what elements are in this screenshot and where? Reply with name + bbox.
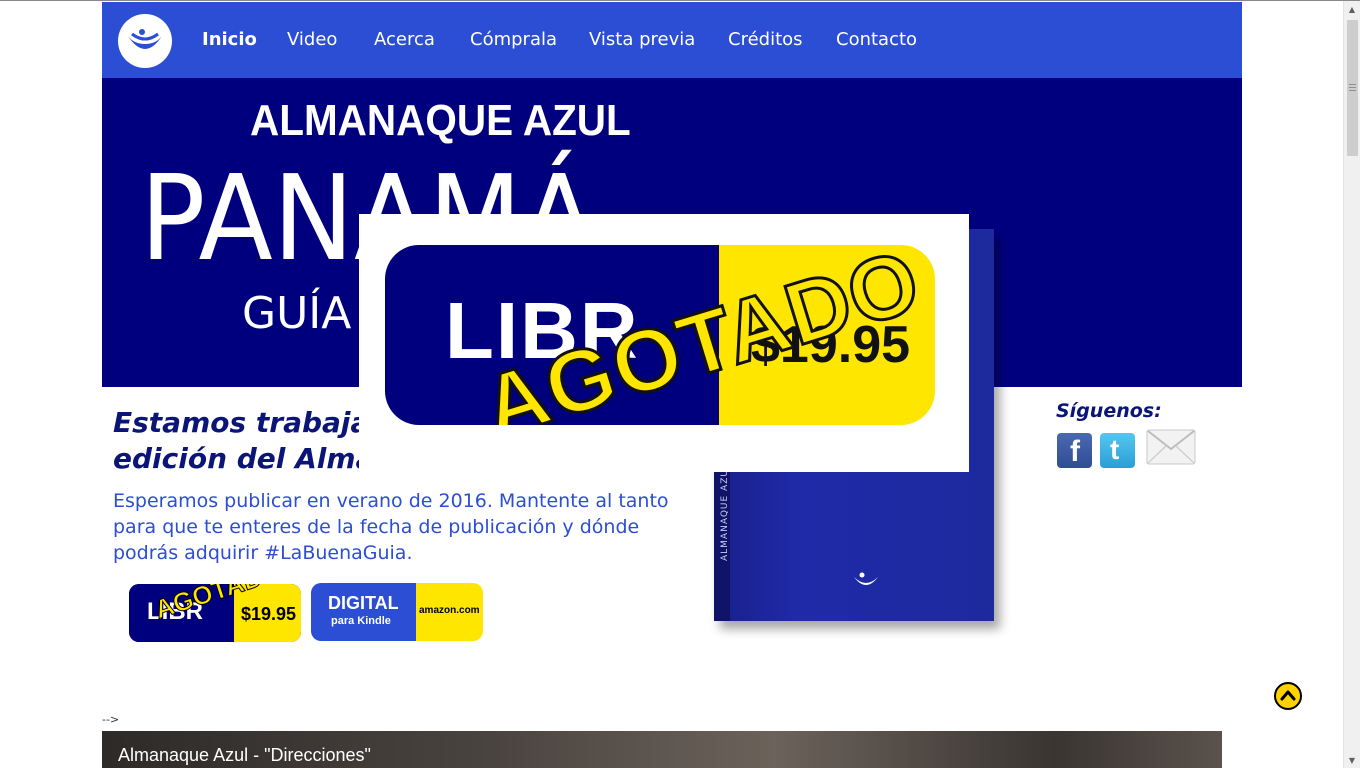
hero-small-title: ALMANAQUE AZUL — [250, 96, 631, 145]
scroll-up-arrow-icon[interactable]: ▲ — [1344, 1, 1360, 18]
video-player[interactable]: Almanaque Azul - "Direcciones" — [102, 731, 1222, 768]
main-body-text: Esperamos publicar en verano de 2016. Ma… — [113, 490, 669, 564]
nav-item-video[interactable]: Video — [287, 29, 337, 51]
nav-item-contacto[interactable]: Contacto — [836, 29, 917, 51]
nav-item-inicio[interactable]: Inicio — [202, 29, 257, 51]
buy-kindle-button[interactable]: DIGITAL para Kindle amazon.com — [311, 583, 483, 641]
book-hammock-logo-icon — [854, 572, 878, 585]
buy-kindle-sublabel: para Kindle — [331, 615, 391, 627]
social-title: Síguenos: — [1056, 400, 1162, 422]
site-logo[interactable] — [118, 14, 172, 68]
chevron-up-icon — [1280, 690, 1296, 701]
book-spine-text: ALMANAQUE AZUL — [720, 463, 730, 561]
facebook-icon[interactable]: f — [1057, 433, 1092, 468]
buy-book-button[interactable]: LIBR $19.95 AGOTADO — [129, 584, 301, 642]
page-viewport: Inicio Video Acerca Cómprala Vista previ… — [0, 0, 1360, 768]
email-icon[interactable] — [1146, 429, 1196, 465]
buy-book-price: $19.95 — [241, 604, 297, 624]
hero-subtitle: GUÍA — [242, 288, 352, 339]
nav-item-comprala[interactable]: Cómprala — [470, 29, 557, 51]
top-navbar: Inicio Video Acerca Cómprala Vista previ… — [102, 2, 1242, 78]
scroll-down-arrow-icon[interactable]: ▼ — [1344, 752, 1360, 768]
stray-comment-text: --> — [102, 713, 120, 726]
vertical-scrollbar[interactable]: ▲ ▼ — [1343, 1, 1360, 768]
sold-out-popup[interactable]: LIBR $19.95 AGOTADO — [359, 214, 969, 472]
buy-kindle-label: DIGITAL — [328, 593, 399, 613]
nav-item-creditos[interactable]: Créditos — [728, 29, 803, 51]
buy-kindle-store: amazon.com — [419, 605, 480, 616]
video-title[interactable]: Almanaque Azul - "Direcciones" — [118, 744, 371, 766]
twitter-icon[interactable]: t — [1100, 433, 1135, 468]
popup-book-button[interactable]: LIBR $19.95 AGOTADO — [385, 245, 935, 425]
nav-item-vista-previa[interactable]: Vista previa — [589, 29, 695, 51]
hammock-logo-icon — [128, 29, 162, 49]
nav-item-acerca[interactable]: Acerca — [374, 29, 435, 51]
scroll-thumb[interactable] — [1347, 20, 1358, 156]
back-to-top-button[interactable] — [1274, 682, 1302, 710]
